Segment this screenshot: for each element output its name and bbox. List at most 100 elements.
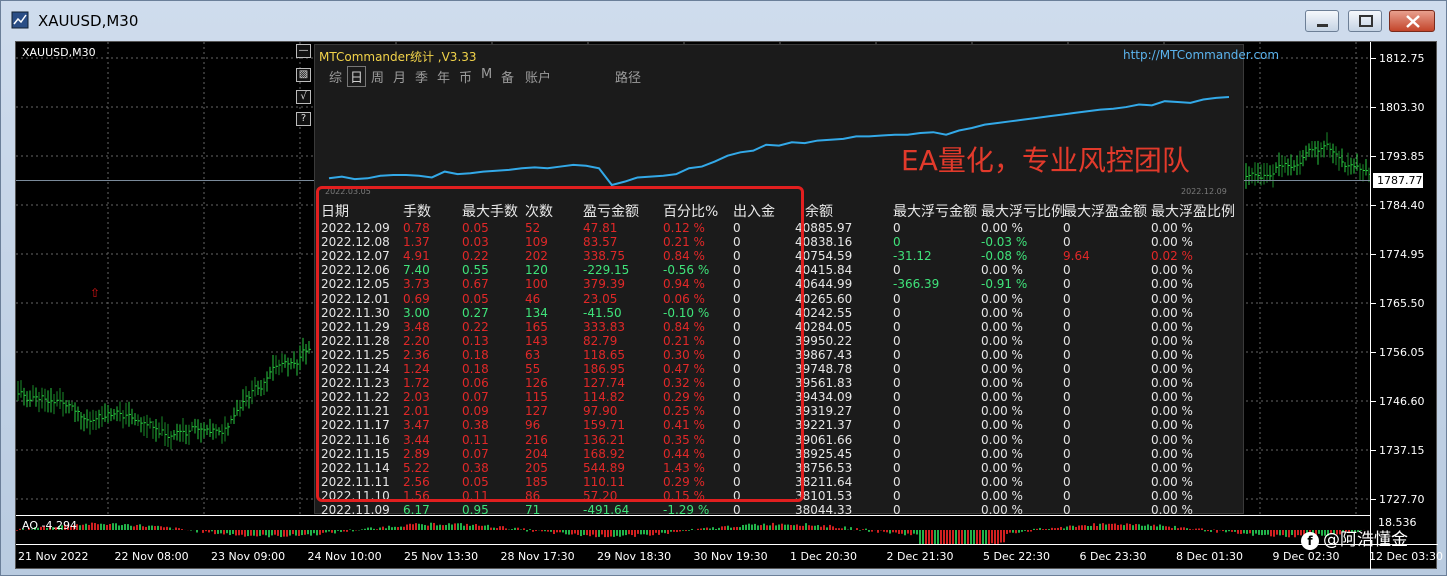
ao-bar: [88, 524, 90, 530]
cell-balance: 40754.59: [795, 249, 853, 264]
maximize-button[interactable]: [1348, 10, 1382, 32]
ao-bar: [1048, 529, 1050, 530]
cell-max_lots: 0.13: [462, 333, 489, 348]
cell-mfl: 0: [893, 474, 901, 489]
ao-bar: [988, 530, 990, 544]
ao-bar: [1063, 528, 1065, 530]
menu-account[interactable]: 账户: [525, 67, 551, 86]
cell-mfp: 0: [1063, 474, 1071, 489]
panel-check-button[interactable]: √: [296, 90, 311, 104]
cell-mfp: 0: [1063, 291, 1071, 306]
cell-lots: 1.56: [403, 488, 430, 503]
menu-magic[interactable]: M: [481, 67, 492, 82]
cell-mflp: -0.08 %: [981, 249, 1028, 264]
price-tick-label: 1756.05: [1379, 346, 1425, 359]
ao-bar: [433, 522, 435, 530]
title-bar[interactable]: XAUUSD,M30: [1, 1, 1446, 39]
cell-pct: 0.35 %: [663, 432, 705, 447]
panel-options-button[interactable]: ▧: [296, 68, 311, 82]
menu-yearly[interactable]: 年: [437, 67, 450, 86]
menu-quarterly[interactable]: 季: [415, 67, 428, 86]
ao-bar: [772, 522, 774, 530]
menu-daily[interactable]: 日: [347, 66, 367, 87]
trade-arrow-marker: ⇧: [90, 286, 101, 300]
cell-count: 143: [525, 333, 548, 348]
ao-bar: [307, 530, 309, 535]
ao-bar: [178, 528, 180, 530]
panel-help-button[interactable]: ?: [296, 112, 311, 126]
ao-bar: [217, 530, 219, 534]
cell-mfpp: 0.00 %: [1151, 488, 1193, 503]
cell-max_lots: 0.38: [462, 418, 489, 433]
cell-mfl: 0: [893, 488, 901, 503]
cell-date: 2022.12.09: [321, 221, 390, 235]
ao-indicator-panel[interactable]: AO -4.294: [16, 515, 1370, 544]
cell-balance: 40644.99: [795, 277, 853, 292]
ao-bar: [676, 530, 678, 533]
ao-bar: [583, 530, 585, 535]
cell-mfl: 0: [893, 418, 901, 433]
ao-bar: [598, 530, 600, 537]
cell-lots: 2.03: [403, 390, 430, 405]
cell-pct: 0.15 %: [663, 488, 705, 503]
window-title: XAUUSD,M30: [38, 12, 139, 30]
minimize-button[interactable]: [1305, 10, 1339, 32]
ao-bar: [730, 527, 732, 530]
ao-bar: [1057, 527, 1059, 530]
ao-bar: [643, 530, 645, 535]
ao-bar: [1264, 530, 1266, 535]
cell-count: 185: [525, 474, 548, 489]
ao-bar: [151, 525, 153, 530]
cell-mfp: 0: [1063, 221, 1071, 235]
ao-bar: [982, 530, 984, 544]
ao-bar: [1156, 526, 1158, 530]
cell-dw: 0: [733, 333, 741, 348]
cell-dw: 0: [733, 291, 741, 306]
cell-balance: 38756.53: [795, 460, 853, 475]
chart-area[interactable]: XAUUSD,M30 — ▧ √ ? ⇧ MTCommander统计 ,V3.3…: [15, 41, 1443, 570]
cell-count: 63: [525, 347, 541, 362]
ao-bar: [748, 523, 750, 530]
menu-currency[interactable]: 币: [459, 67, 472, 86]
ao-bar: [949, 530, 951, 544]
ao-bar: [616, 530, 618, 536]
ao-bar: [556, 530, 558, 533]
cell-mflp: -0.91 %: [981, 277, 1028, 292]
ao-bar: [223, 530, 225, 535]
minimize-panel-button[interactable]: —: [296, 44, 311, 58]
price-tickmark: [1371, 450, 1376, 451]
table-row: 2022.12.05 3.73 0.67 100 379.39 0.94 % 0 40644.…: [321, 277, 1251, 291]
time-tick-label: 1 Dec 20:30: [790, 550, 857, 563]
cell-lots: 2.20: [403, 333, 430, 348]
ao-bar: [706, 527, 708, 530]
menu-path[interactable]: 路径: [615, 67, 641, 86]
stats-url-link[interactable]: http://MTCommander.com: [1123, 48, 1279, 62]
cell-pl: 118.65: [583, 347, 625, 362]
ao-bar: [586, 530, 588, 536]
ao-bar: [436, 525, 438, 530]
menu-notes[interactable]: 备: [501, 67, 514, 86]
cell-mflp: 0.00 %: [981, 460, 1023, 475]
cell-dw: 0: [733, 235, 741, 250]
ao-bar: [697, 528, 699, 530]
ao-bar: [493, 527, 495, 530]
ao-bar: [1051, 527, 1053, 530]
cell-mflp: 0.00 %: [981, 291, 1023, 306]
cell-max_lots: 0.07: [462, 390, 489, 405]
price-tick-label: 1803.30: [1379, 101, 1425, 114]
cell-mfl: -31.12: [893, 249, 932, 264]
ao-bar: [238, 530, 240, 536]
menu-monthly[interactable]: 月: [393, 67, 406, 86]
cell-date: 2022.11.25: [321, 347, 390, 362]
ao-bar: [574, 530, 576, 534]
price-chart[interactable]: XAUUSD,M30 — ▧ √ ? ⇧ MTCommander统计 ,V3.3…: [16, 42, 1370, 514]
close-button[interactable]: [1389, 10, 1435, 32]
cell-max_lots: 0.05: [462, 291, 489, 306]
menu-weekly[interactable]: 周: [371, 67, 384, 86]
cell-mfl: 0: [893, 221, 901, 235]
ao-bar: [910, 530, 912, 536]
ao-bar: [319, 530, 321, 535]
menu-summary[interactable]: 综: [329, 67, 342, 86]
ao-bar: [1261, 530, 1263, 536]
ao-bar: [154, 526, 156, 530]
